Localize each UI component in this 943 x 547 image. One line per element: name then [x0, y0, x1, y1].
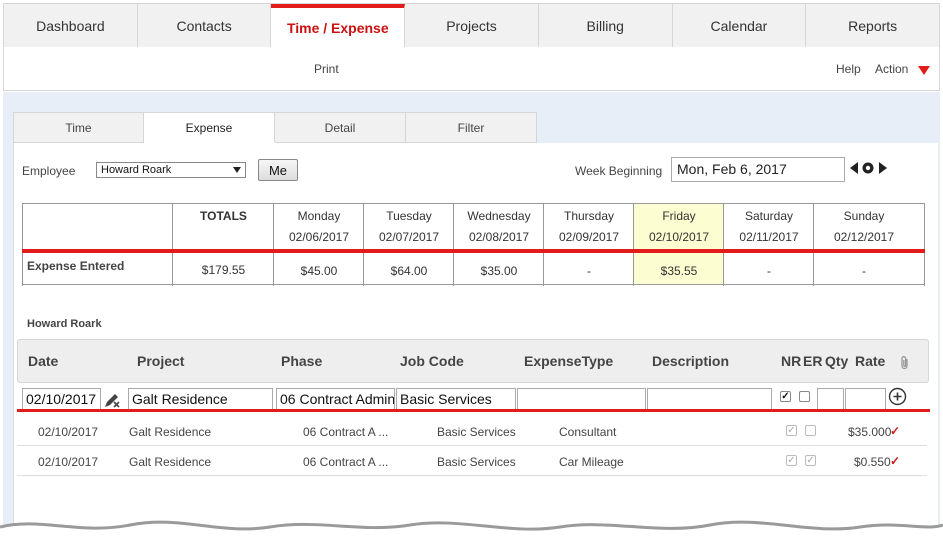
col-er[interactable]: ER — [803, 353, 822, 369]
day-name-wed: Wednesday — [467, 209, 531, 223]
expense-sat[interactable]: - — [724, 264, 814, 278]
summary-divider — [22, 249, 925, 253]
day-date-wed: 02/08/2017 — [468, 230, 530, 244]
entry-project-input[interactable]: Galt Residence — [128, 388, 273, 411]
row2-date: 02/10/2017 — [38, 455, 99, 469]
entry-qty-input[interactable] — [817, 388, 844, 411]
row1-job-code: Basic Services — [437, 425, 516, 439]
next-week-icon[interactable] — [879, 162, 887, 174]
tab-dashboard[interactable]: Dashboard — [3, 4, 138, 48]
entry-divider — [17, 409, 930, 412]
entry-description-input[interactable] — [647, 388, 772, 411]
day-name-tue: Tuesday — [386, 209, 432, 223]
row2-job-code: Basic Services — [437, 455, 516, 469]
day-date-fri: 02/10/2017 — [648, 230, 710, 244]
help-link[interactable]: Help — [836, 62, 861, 76]
subtab-filter[interactable]: Filter — [406, 112, 537, 143]
day-date-mon: 02/06/2017 — [288, 230, 350, 244]
action-menu[interactable]: Action — [875, 62, 908, 76]
row2-er-checkbox: ✓ — [805, 455, 816, 466]
col-project[interactable]: Project — [137, 353, 184, 369]
sub-tabs: Time Expense Detail Filter — [13, 112, 537, 143]
col-date[interactable]: Date — [28, 353, 58, 369]
col-nr[interactable]: NR — [781, 353, 801, 369]
subtab-time[interactable]: Time — [13, 112, 144, 143]
employee-select-value: Howard Roark — [101, 164, 172, 176]
sub-toolbar: Print Help Action — [3, 47, 940, 91]
day-date-sat: 02/11/2017 — [739, 230, 799, 244]
day-date-thu: 02/09/2017 — [558, 230, 620, 244]
check-icon: ✓ — [890, 454, 901, 468]
row1-date: 02/10/2017 — [38, 425, 99, 439]
col-phase[interactable]: Phase — [281, 353, 322, 369]
tab-billing[interactable]: Billing — [538, 4, 673, 48]
tab-projects[interactable]: Projects — [405, 4, 539, 48]
check-icon: ✓ — [890, 424, 901, 438]
employee-label: Employee — [22, 164, 76, 178]
caret-down-icon — [233, 167, 241, 173]
day-date-tue: 02/07/2017 — [378, 230, 440, 244]
day-name-sat: Saturday — [744, 209, 794, 223]
expense-thu[interactable]: - — [544, 264, 634, 278]
col-description[interactable]: Description — [652, 353, 729, 369]
entry-nr-checkbox[interactable]: ✓ — [780, 391, 791, 402]
col-expense-type[interactable]: ExpenseType — [524, 353, 613, 369]
expense-mon[interactable]: $45.00 — [274, 264, 364, 278]
day-name-fri: Friday — [662, 209, 696, 223]
row2-project: Galt Residence — [129, 455, 212, 469]
row2-expense-type: Car Mileage — [559, 455, 624, 469]
expense-total: $179.55 — [201, 263, 246, 277]
row2-nr-checkbox: ✓ — [786, 455, 797, 466]
tab-reports[interactable]: Reports — [806, 4, 941, 48]
add-row-icon[interactable] — [888, 387, 907, 406]
tab-calendar[interactable]: Calendar — [672, 4, 807, 48]
week-beginning-input[interactable]: Mon, Feb 6, 2017 — [671, 157, 845, 182]
row1-er-checkbox — [805, 425, 816, 436]
expense-sun[interactable]: - — [814, 264, 914, 278]
tab-contacts[interactable]: Contacts — [137, 4, 272, 48]
entry-er-checkbox[interactable] — [799, 391, 810, 402]
edit-clear-icon[interactable] — [103, 391, 121, 409]
entry-date-input[interactable]: 02/10/2017 — [22, 388, 101, 411]
row1-project: Galt Residence — [129, 425, 212, 439]
row2-rate: $0.550 — [854, 455, 891, 469]
row1-expense-type: Consultant — [559, 425, 617, 439]
tab-time-expense[interactable]: Time / Expense — [271, 4, 406, 48]
entry-expense-type-input[interactable] — [517, 388, 646, 411]
day-name-thu: Thursday — [563, 209, 615, 223]
row1-rate: $35.000 — [848, 425, 892, 439]
torn-edge — [0, 520, 943, 547]
totals-header: TOTALS — [200, 209, 247, 223]
main-nav: Dashboard Contacts Time / Expense Projec… — [3, 3, 941, 48]
expense-entered-label: Expense Entered — [27, 259, 125, 273]
col-qty[interactable]: Qty — [825, 353, 848, 369]
action-caret-icon[interactable] — [918, 66, 930, 75]
subtab-detail[interactable]: Detail — [275, 112, 406, 143]
day-date-sun: 02/12/2017 — [833, 230, 895, 244]
employee-name-heading: Howard Roark — [27, 318, 102, 330]
row1-nr-checkbox: ✓ — [786, 425, 797, 436]
col-rate[interactable]: Rate — [855, 353, 885, 369]
me-button[interactable]: Me — [258, 159, 298, 181]
day-name-sun: Sunday — [843, 209, 885, 223]
prev-week-icon[interactable] — [850, 162, 858, 174]
employee-select[interactable]: Howard Roark — [96, 162, 246, 178]
expense-fri[interactable]: $35.55 — [634, 264, 724, 278]
row1-phase: 06 Contract A ... — [303, 425, 389, 439]
row2-phase: 06 Contract A ... — [303, 455, 389, 469]
week-beginning-label: Week Beginning — [575, 164, 663, 178]
week-navigation — [850, 162, 887, 174]
expense-wed[interactable]: $35.00 — [454, 264, 544, 278]
attachment-icon[interactable] — [899, 355, 911, 371]
subtab-expense[interactable]: Expense — [144, 112, 275, 143]
entry-rate-input[interactable] — [845, 388, 886, 411]
col-job-code[interactable]: Job Code — [400, 353, 464, 369]
day-name-mon: Monday — [297, 209, 341, 223]
print-link[interactable]: Print — [314, 62, 339, 76]
expense-tue[interactable]: $64.00 — [364, 264, 454, 278]
entry-job-code-input[interactable]: Basic Services — [396, 388, 516, 411]
entry-phase-input[interactable]: 06 Contract Administration — [276, 388, 395, 411]
